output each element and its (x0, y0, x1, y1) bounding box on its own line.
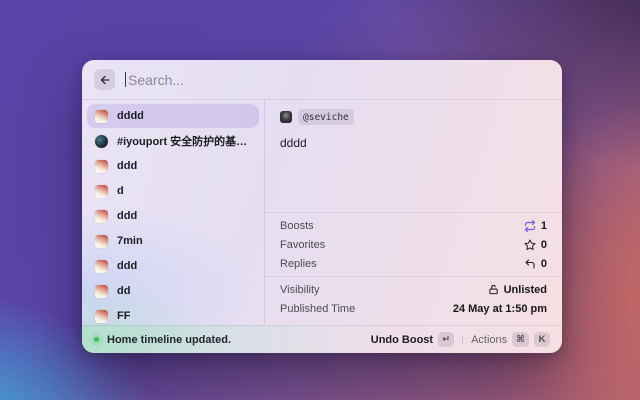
visibility-value: Unlisted (504, 284, 547, 296)
seviche-avatar-icon (95, 310, 108, 323)
list-item[interactable]: FF (87, 304, 259, 325)
meta-row-published: Published Time 24 May at 1:50 pm (280, 299, 547, 318)
boost-icon (524, 220, 536, 232)
arrow-left-icon (99, 74, 111, 86)
list-item[interactable]: dd (87, 279, 259, 303)
meta-label: Visibility (280, 284, 320, 296)
list-item[interactable]: #iyouport 安全防护的基本思路。 … (87, 129, 259, 153)
list-item-label: ddd (117, 260, 137, 272)
list-item[interactable]: ddd (87, 204, 259, 228)
list-item-label: dddd (117, 110, 144, 122)
list-item-label: d (117, 185, 124, 197)
footer-divider (462, 335, 463, 345)
seviche-avatar-icon (95, 260, 108, 273)
return-key-badge: ↵ (438, 332, 454, 347)
stat-count: 0 (541, 239, 547, 251)
list-item[interactable]: 7min (87, 229, 259, 253)
undo-boost-label: Undo Boost (371, 334, 433, 346)
seviche-avatar-icon (95, 185, 108, 198)
list-item[interactable]: ddd (87, 254, 259, 278)
lock-open-icon (488, 284, 499, 295)
search-input[interactable] (126, 72, 550, 88)
list-item-label: ddd (117, 210, 137, 222)
list-item-label: FF (117, 310, 130, 322)
star-icon (524, 239, 536, 251)
command-key-badge: ⌘ (512, 332, 529, 347)
meta-value: Unlisted (488, 284, 547, 296)
list-item[interactable]: d (87, 179, 259, 203)
back-button[interactable] (94, 69, 115, 90)
stat-value: 0 (524, 258, 547, 270)
search-field-wrap (125, 60, 550, 99)
stat-row-favorites: Favorites 0 (280, 235, 547, 254)
seviche-avatar-icon (95, 235, 108, 248)
stat-row-replies: Replies 0 (280, 254, 547, 273)
stat-label: Boosts (280, 220, 314, 232)
seviche-avatar-icon (95, 110, 108, 123)
status-dot-icon (94, 337, 99, 342)
undo-boost-button[interactable]: Undo Boost ↵ (371, 332, 454, 347)
iyouport-avatar-icon (95, 135, 108, 148)
stat-value: 0 (524, 239, 547, 251)
seviche-avatar-icon (95, 285, 108, 298)
stat-row-boosts: Boosts 1 (280, 216, 547, 235)
footer-status-text: Home timeline updated. (107, 334, 231, 346)
list-item[interactable]: ddd (87, 154, 259, 178)
footer-bar: Home timeline updated. Undo Boost ↵ Acti… (82, 325, 562, 353)
search-palette-window: dddd #iyouport 安全防护的基本思路。 … ddd d ddd 7m… (82, 60, 562, 353)
meta-section: Visibility Unlisted Published Time 24 Ma… (265, 276, 562, 325)
list-item-label: 7min (117, 235, 143, 247)
results-list: dddd #iyouport 安全防护的基本思路。 … ddd d ddd 7m… (82, 100, 265, 325)
status-content: dddd (280, 136, 547, 150)
actions-label: Actions (471, 334, 507, 346)
seviche-avatar-icon (95, 160, 108, 173)
stat-label: Favorites (280, 239, 325, 251)
list-item-label: dd (117, 285, 130, 297)
meta-row-visibility: Visibility Unlisted (280, 280, 547, 299)
status-preview: @seviche dddd (265, 100, 562, 212)
list-item[interactable]: dddd (87, 104, 259, 128)
stats-section: Boosts 1 Favorites 0 Replies (265, 212, 562, 276)
list-item-label: ddd (117, 160, 137, 172)
author-row: @seviche (280, 109, 547, 125)
stat-count: 0 (541, 258, 547, 270)
palette-body: dddd #iyouport 安全防护的基本思路。 … ddd d ddd 7m… (82, 100, 562, 325)
reply-icon (524, 258, 536, 270)
published-time-value: 24 May at 1:50 pm (453, 303, 547, 315)
detail-pane: @seviche dddd Boosts 1 Favorites 0 (265, 100, 562, 325)
seviche-avatar-icon (95, 210, 108, 223)
search-header (82, 60, 562, 100)
k-key-badge: K (534, 332, 550, 347)
author-avatar-icon (280, 111, 292, 123)
meta-label: Published Time (280, 303, 355, 315)
stat-label: Replies (280, 258, 317, 270)
actions-button[interactable]: Actions ⌘ K (471, 332, 550, 347)
author-handle-badge[interactable]: @seviche (298, 109, 354, 125)
stat-value: 1 (524, 220, 547, 232)
list-item-label: #iyouport 安全防护的基本思路。 … (117, 133, 251, 149)
stat-count: 1 (541, 220, 547, 232)
